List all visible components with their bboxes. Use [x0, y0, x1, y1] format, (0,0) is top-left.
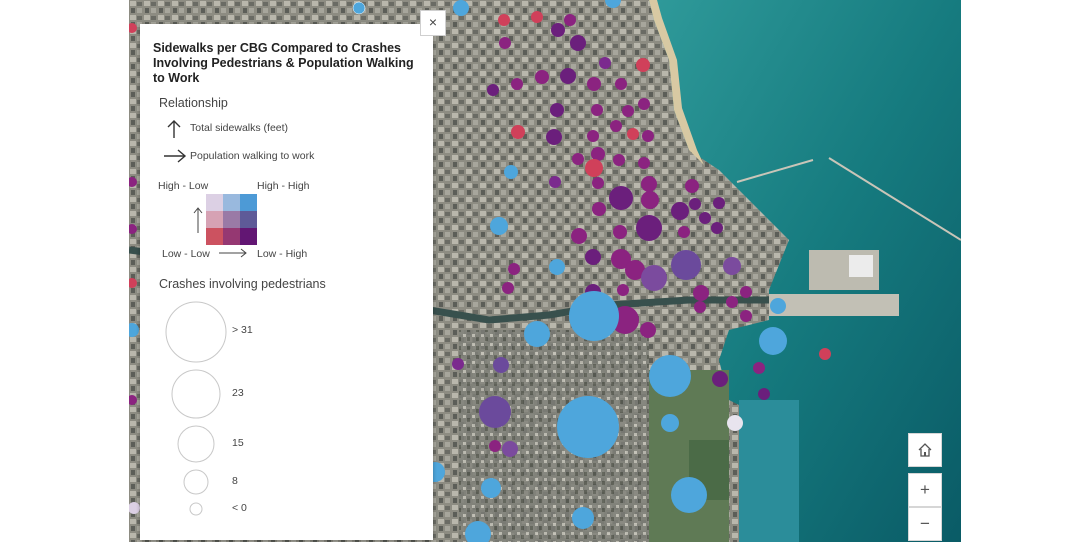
grid-arrow-up-icon — [193, 207, 203, 233]
size-circle-3 — [177, 425, 215, 463]
legend-close-button[interactable]: × — [420, 10, 446, 36]
size-label-2: 23 — [232, 387, 244, 399]
close-icon: × — [428, 14, 438, 30]
size-label-1: > 31 — [232, 324, 253, 336]
y-axis-label: Total sidewalks (feet) — [190, 122, 289, 134]
size-label-4: 8 — [232, 475, 238, 487]
legend-title: Sidewalks per CBG Compared to Crashes In… — [153, 41, 414, 85]
bivariate-cell — [240, 211, 257, 228]
legend-panel: Sidewalks per CBG Compared to Crashes In… — [140, 24, 433, 540]
bivariate-grid — [206, 194, 257, 245]
x-axis-label: Population walking to work — [190, 150, 315, 162]
size-circle-4 — [183, 469, 209, 495]
home-icon — [918, 443, 932, 457]
page-frame: Sidewalks per CBG Compared to Crashes In… — [0, 0, 1090, 542]
corner-high-high: High - High — [257, 180, 310, 192]
size-label-5: < 0 — [232, 502, 247, 514]
corner-low-low: Low - Low — [162, 248, 210, 260]
grid-arrow-right-icon — [219, 248, 247, 258]
bivariate-cell — [206, 211, 223, 228]
bivariate-cell — [240, 194, 257, 211]
size-circle-2 — [171, 369, 221, 419]
arrow-up-icon — [167, 120, 181, 138]
crashes-heading: Crashes involving pedestrians — [159, 277, 326, 291]
zoom-in-button[interactable]: + — [908, 473, 942, 507]
size-label-3: 15 — [232, 437, 244, 449]
zoom-out-button[interactable]: − — [908, 507, 942, 541]
size-circle-5 — [189, 502, 203, 516]
bivariate-cell — [223, 228, 240, 245]
bivariate-cell — [223, 194, 240, 211]
bivariate-cell — [223, 211, 240, 228]
corner-low-high: Low - High — [257, 248, 308, 260]
bivariate-cell — [206, 194, 223, 211]
relationship-heading: Relationship — [159, 96, 228, 110]
home-button[interactable] — [908, 433, 942, 467]
arrow-right-icon — [164, 149, 187, 163]
bivariate-cell — [206, 228, 223, 245]
corner-high-low: High - Low — [158, 180, 209, 192]
size-circle-1 — [165, 301, 227, 363]
bivariate-cell — [240, 228, 257, 245]
